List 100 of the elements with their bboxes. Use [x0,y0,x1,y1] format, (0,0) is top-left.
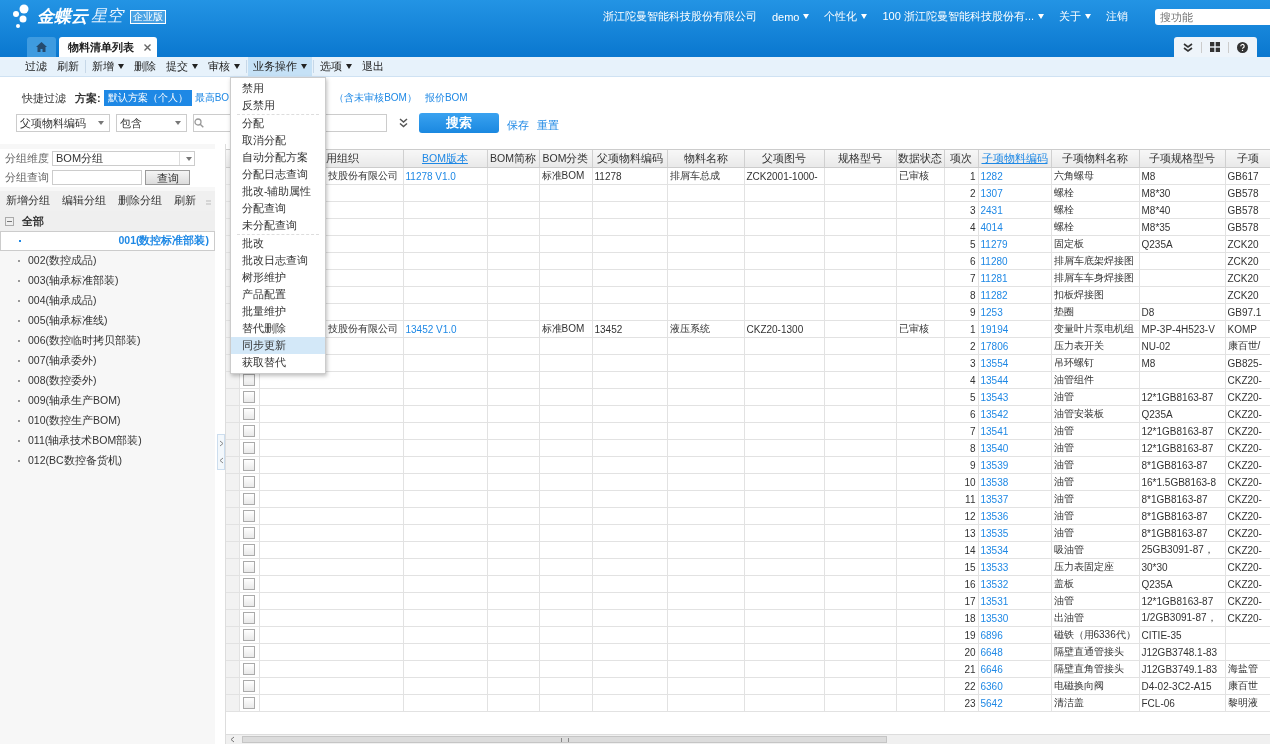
table-cell: 3 [944,354,978,372]
tab-label: 物料清单列表 [68,39,134,55]
table-cell: 5 [944,235,978,253]
dimension-label: 分组维度 [5,151,49,166]
table-cell: 油管 [1051,524,1139,542]
table-cell: NU-02 [1139,337,1225,355]
table-cell: 1 [944,167,978,185]
table-cell: 油管安装板 [1051,405,1139,423]
table-cell: M8 [1139,354,1225,372]
table-cell: 11 [944,490,978,508]
table-cell: 油管 [1051,507,1139,525]
table-cell: 12*1GB8163-87 [1139,388,1225,406]
table-cell: 19 [944,626,978,644]
table-cell: 海盐管 [1225,660,1270,678]
table-cell: 12*1GB8163-87 [1139,592,1225,610]
table-cell: 23 [944,694,978,712]
table-cell: 1 [944,320,978,338]
table-cell: 康百世 [1225,677,1270,695]
table-cell: 6 [944,405,978,423]
table-cell: 10 [944,473,978,491]
table-cell: 9 [944,456,978,474]
product-name: 星空 [91,6,123,26]
table-cell: 8*1GB8163-87 [1139,490,1225,508]
table-cell: 12 [944,507,978,525]
table-cell: M8*35 [1139,218,1225,236]
table-cell: 盖板 [1051,575,1139,593]
table-cell: D4-02-3C2-A15 [1139,677,1225,695]
table-cell: 8*1GB8163-87 [1139,456,1225,474]
table-cell: 4 [944,371,978,389]
table-cell: 12*1GB8163-87 [1139,422,1225,440]
table-cell: CKZ20-1300 [744,320,824,338]
table-cell: 螺栓 [1051,184,1139,202]
table-cell: 压力表开关 [1051,337,1139,355]
table-cell: 标准BOM [539,167,592,185]
table-cell: CKZ20- [1225,592,1270,610]
table-cell: J12GB3748.1-83 [1139,643,1225,661]
table-cell: 标准BOM [539,320,592,338]
table-cell: 20 [944,643,978,661]
table-cell: 17 [944,592,978,610]
quick-filter-label: 快捷过滤 [22,90,66,106]
table-cell: 油管 [1051,456,1139,474]
table-cell: 黎明液 [1225,694,1270,712]
tree-item-label: 全部 [22,213,44,229]
table-cell: 8*1GB8163-87 [1139,524,1225,542]
table-cell: CKZ20- [1225,371,1270,389]
table-cell: 7 [944,422,978,440]
table-cell: GB578 [1225,201,1270,219]
table-cell: 18 [944,609,978,627]
table-cell: FCL-06 [1139,694,1225,712]
table-cell: 排屑车底架焊接图 [1051,252,1139,270]
table-cell: 已审核 [896,320,944,338]
table-cell: 2 [944,337,978,355]
table-cell: 六角螺母 [1051,167,1139,185]
query-label: 分组查询 [5,170,49,185]
table-cell: 2 [944,184,978,202]
table-cell: 8*1GB8163-87 [1139,507,1225,525]
table-cell: 已审核 [896,167,944,185]
table-cell: M8*30 [1139,184,1225,202]
table-cell: CKZ20- [1225,456,1270,474]
table-cell: GB578 [1225,218,1270,236]
table-cell: 8 [944,439,978,457]
table-cell: 9 [944,303,978,321]
table-cell: CKZ20- [1225,422,1270,440]
brand-name: 金蝶云 [37,6,88,28]
table-cell: 12*1GB8163-87 [1139,439,1225,457]
table-cell: 螺栓 [1051,218,1139,236]
table-cell: M8 [1139,167,1225,185]
table-cell: 清洁盖 [1051,694,1139,712]
table-cell: 垫圈 [1051,303,1139,321]
table-cell: 隔壁直角管接头 [1051,660,1139,678]
table-cell: 16*1.5GB8163-8 [1139,473,1225,491]
table-cell: CKZ20- [1225,558,1270,576]
table-cell: CKZ20- [1225,405,1270,423]
table-cell: 6 [944,252,978,270]
table-cell: 16 [944,575,978,593]
table-cell: CKZ20- [1225,609,1270,627]
table-cell: 13452 [592,320,667,338]
scheme-label: 方案: [75,90,101,106]
table-cell: 3 [944,201,978,219]
table-cell: 14 [944,541,978,559]
table-cell: Q235A [1139,235,1225,253]
table-cell: D8 [1139,303,1225,321]
table-cell: 吸油管 [1051,541,1139,559]
table-cell: 油管组件 [1051,371,1139,389]
table-cell: 13 [944,524,978,542]
table-cell: ZCK20 [1225,235,1270,253]
table-cell: 油管 [1051,439,1139,457]
table-cell: MP-3P-4H523-V [1139,320,1225,338]
table-cell: 22 [944,677,978,695]
table-cell: 隔壁直通管接头 [1051,643,1139,661]
table-cell: 排屑车总成 [667,167,744,185]
table-cell: 磁铁（用6336代） [1051,626,1139,644]
table-cell: ZCK20 [1225,269,1270,287]
table-cell: 25GB3091-87， [1139,541,1225,559]
table-cell: 螺栓 [1051,201,1139,219]
table-cell: J12GB3749.1-83 [1139,660,1225,678]
table-cell: GB578 [1225,184,1270,202]
table-cell: 变量叶片泵电机组 [1051,320,1139,338]
table-cell: KOMP [1225,320,1270,338]
table-cell: CITIE-35 [1139,626,1225,644]
